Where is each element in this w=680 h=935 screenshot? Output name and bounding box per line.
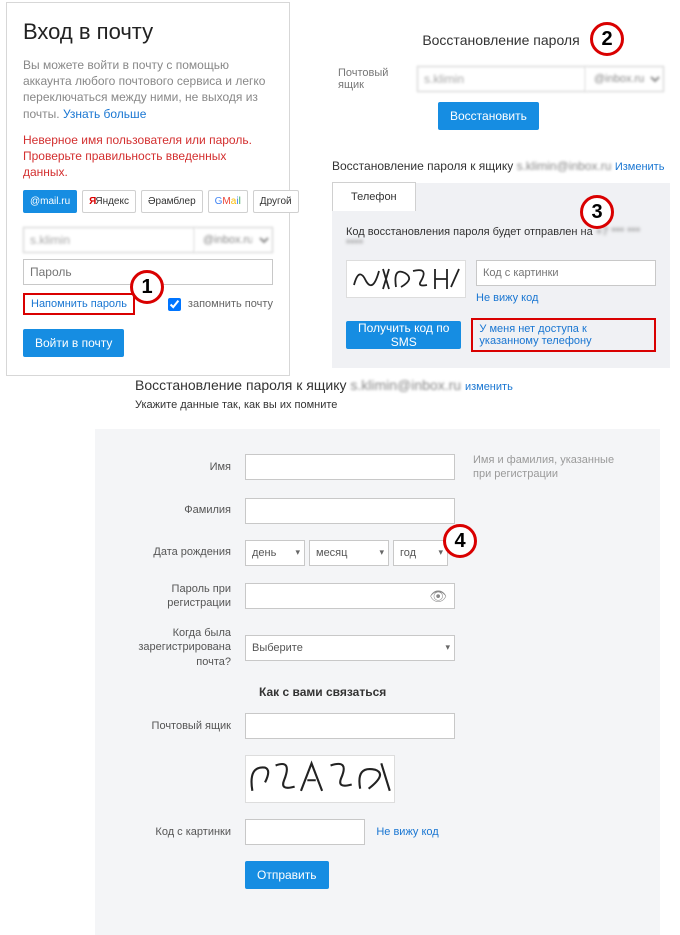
label-password: Пароль при регистрации bbox=[125, 582, 245, 611]
provider-gmail[interactable]: GMail bbox=[208, 190, 248, 213]
login-email-input[interactable] bbox=[23, 227, 195, 253]
login-domain-select[interactable]: @inbox.ru bbox=[195, 227, 273, 253]
input-captcha-code[interactable] bbox=[245, 819, 365, 845]
phone-panel: Восстановление пароля к ящику s.klimin@i… bbox=[332, 159, 670, 368]
recover-submit-button[interactable]: Восстановить bbox=[438, 102, 539, 130]
login-desc: Вы можете войти в почту с помощью аккаун… bbox=[23, 57, 273, 122]
eye-icon[interactable]: 👁 bbox=[429, 588, 447, 605]
remember-checkbox[interactable] bbox=[168, 298, 181, 311]
input-name[interactable] bbox=[245, 454, 455, 480]
label-contact-mailbox: Почтовый ящик bbox=[125, 719, 245, 733]
captcha2-refresh-link[interactable]: Не вижу код bbox=[376, 826, 438, 838]
recover-email-input[interactable] bbox=[417, 66, 586, 92]
captcha-refresh-link[interactable]: Не вижу код bbox=[476, 292, 538, 304]
label-captcha-code: Код с картинки bbox=[125, 825, 245, 839]
select-when[interactable]: Выберите bbox=[245, 635, 455, 661]
get-sms-button[interactable]: Получить код по SMS bbox=[346, 321, 461, 349]
login-panel: Вход в почту Вы можете войти в почту с п… bbox=[6, 2, 290, 376]
form-panel: Восстановление пароля к ящику s.klimin@i… bbox=[95, 377, 660, 935]
input-regpassword[interactable] bbox=[245, 583, 455, 609]
label-when: Когда была зарегистрирована почта? bbox=[125, 626, 245, 669]
hint-name: Имя и фамилия, указанные при регистрации bbox=[473, 453, 623, 482]
remember-label: запомнить почту bbox=[188, 298, 273, 310]
remember-checkbox-wrap[interactable]: запомнить почту bbox=[164, 295, 273, 314]
label-surname: Фамилия bbox=[125, 503, 245, 517]
section-contact-title: Как с вами связаться bbox=[259, 685, 630, 699]
select-year[interactable]: год bbox=[393, 540, 448, 566]
step-marker-1: 1 bbox=[130, 270, 164, 304]
learn-more-link[interactable]: Узнать больше bbox=[63, 107, 146, 121]
input-contact-mailbox[interactable] bbox=[245, 713, 455, 739]
label-name: Имя bbox=[125, 460, 245, 474]
phone-change-link[interactable]: Изменить bbox=[615, 161, 665, 173]
select-day[interactable]: день bbox=[245, 540, 305, 566]
recover-mailbox-label: Почтовый ящик bbox=[338, 67, 417, 91]
form-heading: Восстановление пароля к ящику s.klimin@i… bbox=[135, 377, 660, 393]
tab-phone[interactable]: Телефон bbox=[332, 182, 416, 211]
provider-mailru[interactable]: @mail.ru bbox=[23, 190, 77, 213]
captcha-input[interactable] bbox=[476, 260, 656, 286]
form-change-link[interactable]: изменить bbox=[465, 381, 513, 393]
step-marker-4: 4 bbox=[443, 524, 477, 558]
no-phone-access-link[interactable]: У меня нет доступа к указанному телефону bbox=[471, 318, 656, 352]
phone-heading: Восстановление пароля к ящику s.klimin@i… bbox=[332, 159, 670, 173]
signin-button[interactable]: Войти в почту bbox=[23, 329, 124, 357]
provider-yandex[interactable]: ЯЯндекс bbox=[82, 190, 136, 213]
provider-row: @mail.ru ЯЯндекс Әрамблер GMail Другой bbox=[23, 190, 273, 213]
provider-other[interactable]: Другой bbox=[253, 190, 299, 213]
form-submit-button[interactable]: Отправить bbox=[245, 861, 329, 889]
captcha2-image bbox=[245, 755, 395, 803]
form-subtitle: Укажите данные так, как вы их помните bbox=[135, 399, 660, 411]
step-marker-3: 3 bbox=[580, 195, 614, 229]
remind-password-link[interactable]: Напомнить пароль bbox=[23, 293, 135, 315]
step-marker-2: 2 bbox=[590, 22, 624, 56]
captcha-image bbox=[346, 260, 466, 298]
login-title: Вход в почту bbox=[23, 19, 273, 45]
label-dob: Дата рождения bbox=[125, 545, 245, 559]
input-surname[interactable] bbox=[245, 498, 455, 524]
select-month[interactable]: месяц bbox=[309, 540, 389, 566]
login-error: Неверное имя пользователя или пароль. Пр… bbox=[23, 132, 273, 181]
recover-domain-select[interactable]: @inbox.ru bbox=[586, 66, 664, 92]
phone-msg: Код восстановления пароля будет отправле… bbox=[346, 226, 656, 250]
provider-rambler[interactable]: Әрамблер bbox=[141, 190, 203, 213]
